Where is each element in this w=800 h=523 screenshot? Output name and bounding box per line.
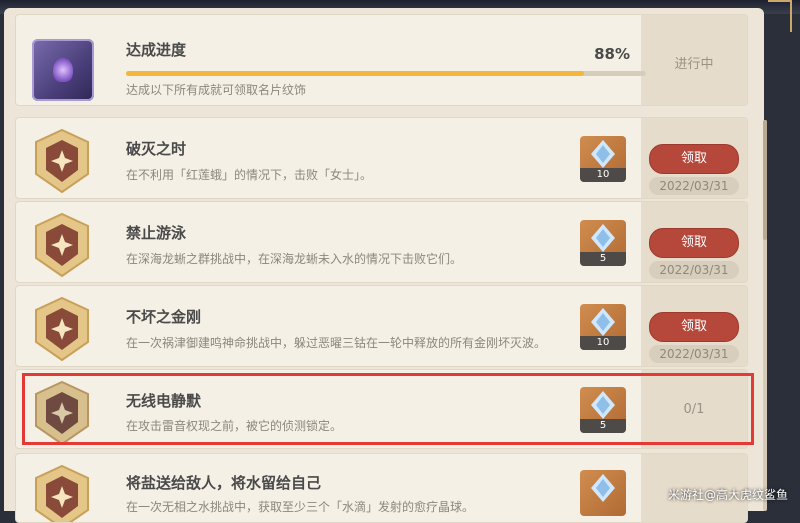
achievement-medal-icon	[32, 128, 92, 194]
achievement-medal-icon	[32, 464, 92, 522]
achievement-row: 破灭之时 在不利用「红莲蛾」的情况下，击败「女士」。 10 领取 2022/03…	[15, 117, 748, 199]
primogem-icon	[591, 224, 615, 252]
progress-card: 达成进度 88% 达成以下所有成就可领取名片纹饰 进行中	[15, 14, 748, 106]
reward-item: 10	[580, 136, 626, 182]
reward-count: 10	[580, 168, 626, 182]
achievement-title: 禁止游泳	[126, 224, 187, 242]
namecard-emblem	[53, 58, 73, 82]
reward-count: 10	[580, 336, 626, 350]
achievement-title: 不坏之金刚	[126, 308, 202, 326]
scrollbar[interactable]	[763, 120, 767, 511]
achievement-description: 在一次祸津御建鸣神命挑战中，躲过恶曜三钴在一轮中释放的所有金刚坏灭波。	[126, 336, 547, 350]
progress-status: 进行中	[674, 57, 714, 72]
primogem-icon	[591, 140, 615, 168]
reward-item	[580, 470, 626, 516]
achievement-medal-icon	[32, 296, 92, 362]
namecard-preview-icon	[32, 39, 94, 101]
achievement-description: 在深海龙蜥之群挑战中，在深海龙蜥未入水的情况下击败它们。	[126, 252, 463, 266]
progress-percent: 88%	[594, 45, 630, 63]
reward-item: 5	[580, 220, 626, 266]
watermark: 米游社@高大虎纹鲨鱼	[667, 488, 788, 502]
claim-button[interactable]: 领取	[649, 228, 739, 258]
scrollbar-thumb[interactable]	[763, 120, 767, 240]
achievement-medal-icon	[32, 212, 92, 278]
primogem-icon	[591, 308, 615, 336]
achievement-description: 在一次无相之水挑战中，获取至少三个「水滴」发射的愈疗晶球。	[126, 500, 475, 514]
achievement-row: 将盐送给敌人，将水留给自己 在一次无相之水挑战中，获取至少三个「水滴」发射的愈疗…	[15, 453, 748, 523]
reward-item: 10	[580, 304, 626, 350]
achievement-title: 将盐送给敌人，将水留给自己	[126, 474, 322, 492]
progress-title: 达成进度	[126, 41, 187, 59]
reward-count: 5	[580, 252, 626, 266]
completion-date: 2022/03/31	[649, 177, 739, 195]
highlight-box	[22, 373, 754, 445]
achievement-row: 禁止游泳 在深海龙蜥之群挑战中，在深海龙蜥未入水的情况下击败它们。 5 领取 2…	[15, 201, 748, 283]
claim-button[interactable]: 领取	[649, 312, 739, 342]
completion-date: 2022/03/31	[649, 261, 739, 279]
completion-date: 2022/03/31	[649, 345, 739, 363]
claim-button[interactable]: 领取	[649, 144, 739, 174]
achievement-title: 破灭之时	[126, 140, 187, 158]
progress-description: 达成以下所有成就可领取名片纹饰	[126, 83, 307, 97]
frame-corner-ornament	[768, 0, 792, 32]
achievement-description: 在不利用「红莲蛾」的情况下，击败「女士」。	[126, 168, 373, 182]
achievement-row: 不坏之金刚 在一次祸津御建鸣神命挑战中，躲过恶曜三钴在一轮中释放的所有金刚坏灭波…	[15, 285, 748, 367]
progress-bar-fill	[126, 71, 584, 76]
primogem-icon	[591, 474, 615, 502]
progress-bar	[126, 71, 646, 76]
